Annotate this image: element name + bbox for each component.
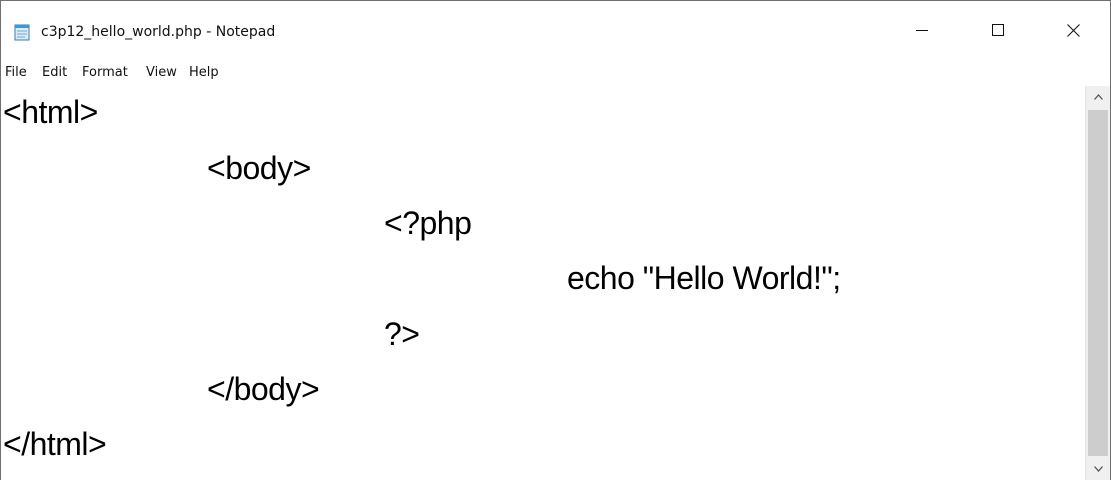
menu-file[interactable]: File	[2, 63, 30, 82]
code-line: </body>	[207, 371, 320, 407]
code-line: </html>	[3, 426, 107, 462]
chevron-up-icon	[1093, 94, 1103, 100]
menu-help[interactable]: Help	[186, 63, 222, 82]
minimize-button[interactable]	[899, 1, 945, 59]
menu-edit[interactable]: Edit	[39, 63, 70, 82]
scroll-up-button[interactable]	[1086, 86, 1110, 108]
maximize-icon	[992, 24, 1004, 36]
code-line: ?>	[384, 316, 420, 352]
text-editor-area[interactable]: <html> <body> <?php echo "Hello World!";…	[1, 86, 1085, 480]
minimize-icon	[916, 30, 928, 31]
notepad-app-icon	[14, 24, 30, 41]
code-line: <body>	[207, 150, 311, 186]
window-title: c3p12_hello_world.php - Notepad	[41, 24, 276, 40]
title-bar[interactable]: c3p12_hello_world.php - Notepad	[1, 1, 1110, 59]
menu-bar: File Edit Format View Help	[1, 59, 1110, 86]
scroll-down-button[interactable]	[1086, 458, 1110, 480]
menu-view[interactable]: View	[143, 63, 180, 82]
chevron-down-icon	[1093, 466, 1103, 472]
close-button[interactable]	[1050, 1, 1096, 59]
menu-format[interactable]: Format	[79, 63, 131, 82]
maximize-button[interactable]	[975, 1, 1021, 59]
code-line: <html>	[3, 94, 98, 130]
close-icon	[1066, 23, 1080, 37]
code-line: echo "Hello World!";	[567, 260, 841, 296]
scrollbar-thumb[interactable]	[1088, 110, 1108, 456]
notepad-window: c3p12_hello_world.php - Notepad File Edi…	[0, 0, 1111, 480]
vertical-scrollbar[interactable]	[1085, 86, 1110, 480]
code-line: <?php	[384, 205, 472, 241]
